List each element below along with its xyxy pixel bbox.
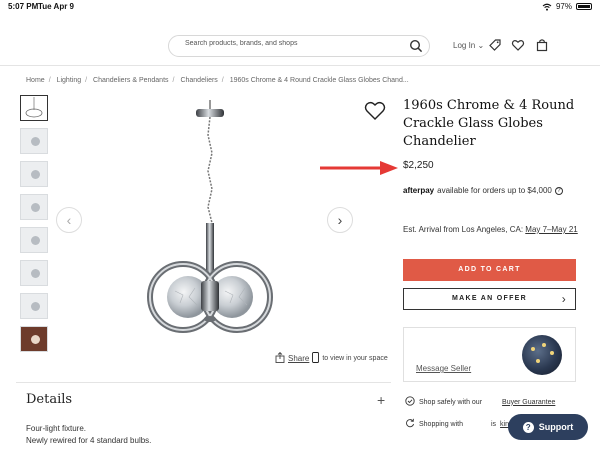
share-row: Share to view in your space bbox=[275, 351, 388, 365]
breadcrumb-current: 1960s Chrome & 4 Round Crackle Glass Glo… bbox=[229, 77, 409, 84]
breadcrumb-separator: / bbox=[48, 77, 51, 84]
refresh-icon bbox=[405, 418, 415, 430]
login-menu[interactable]: Log In ⌄ bbox=[453, 41, 484, 50]
avatar-light bbox=[536, 359, 540, 363]
thumbnail[interactable] bbox=[20, 227, 48, 253]
make-offer-label: MAKE AN OFFER bbox=[452, 295, 527, 302]
status-date: Tue Apr 9 bbox=[38, 2, 75, 11]
details-line: Newly rewired for 4 standard bulbs. bbox=[26, 436, 152, 445]
site-header: Log In ⌄ bbox=[0, 26, 600, 66]
thumbnail-list bbox=[20, 95, 50, 360]
estimated-arrival: Est. Arrival from Los Angeles, CA: May 7… bbox=[403, 223, 578, 236]
thumbnail[interactable] bbox=[20, 95, 48, 121]
add-to-cart-button[interactable]: ADD TO CART bbox=[403, 259, 576, 281]
question-icon: ? bbox=[522, 421, 534, 433]
battery-icon bbox=[576, 3, 592, 10]
share-link[interactable]: Share bbox=[288, 354, 309, 363]
breadcrumb-item[interactable]: Home bbox=[26, 77, 45, 84]
afterpay-logo: afterpay bbox=[403, 186, 435, 195]
arrival-dates-link[interactable]: May 7–May 21 bbox=[525, 225, 577, 234]
login-label[interactable]: Log In bbox=[453, 41, 475, 50]
search-icon[interactable] bbox=[409, 39, 423, 58]
thumbnail[interactable] bbox=[20, 326, 48, 352]
product-image[interactable]: ‹ › bbox=[55, 95, 385, 365]
thumbnail-image bbox=[31, 203, 40, 212]
breadcrumb-item[interactable]: Lighting bbox=[57, 77, 82, 84]
shopping-with-text: Shopping with bbox=[419, 420, 463, 428]
shopping-with-row: Shopping with is kind bbox=[405, 418, 513, 430]
thumbnail-image bbox=[31, 236, 40, 245]
share-icon[interactable] bbox=[275, 351, 285, 365]
avatar-light bbox=[550, 351, 554, 355]
is-text: is bbox=[490, 420, 497, 428]
details-line: Four-light fixture. bbox=[26, 424, 87, 433]
battery-percent: 97% bbox=[555, 2, 572, 11]
support-label: Support bbox=[538, 422, 574, 432]
battery-fill bbox=[578, 5, 590, 8]
shop-safely-text: Shop safely with our bbox=[419, 398, 483, 406]
avatar-light bbox=[542, 343, 546, 347]
product-title: 1960s Chrome & 4 Round Crackle Glass Glo… bbox=[403, 98, 575, 149]
thumbnail[interactable] bbox=[20, 128, 48, 154]
red-arrow-icon bbox=[320, 160, 400, 181]
support-button[interactable]: ? Support bbox=[508, 414, 588, 440]
buyer-guarantee-link[interactable]: Buyer Guarantee bbox=[502, 399, 555, 406]
thumbnail-image bbox=[31, 170, 40, 179]
thumbnail[interactable] bbox=[20, 161, 48, 187]
chevron-down-icon: ⌄ bbox=[477, 41, 485, 50]
section-divider bbox=[16, 382, 391, 383]
bag-icon[interactable] bbox=[535, 38, 549, 57]
breadcrumb-separator: / bbox=[85, 77, 88, 84]
afterpay-text: available for orders up to $4,000 bbox=[437, 186, 552, 195]
thumbnail-image bbox=[31, 335, 40, 344]
breadcrumb-item[interactable]: Chandeliers & Pendants bbox=[93, 77, 169, 84]
product-price: $2,250 bbox=[403, 160, 434, 171]
details-text: Four-light fixture. Newly rewired for 4 … bbox=[26, 423, 151, 447]
thumbnail[interactable] bbox=[20, 293, 48, 319]
thumbnail[interactable] bbox=[20, 260, 48, 286]
expand-plus-icon[interactable]: + bbox=[377, 392, 385, 408]
avatar-light bbox=[531, 347, 535, 351]
breadcrumb-item[interactable]: Chandeliers bbox=[180, 77, 217, 84]
thumbnail[interactable] bbox=[20, 194, 48, 220]
info-icon[interactable]: ? bbox=[554, 186, 563, 195]
wifi-icon bbox=[542, 3, 552, 11]
seller-card: Message Seller bbox=[403, 327, 576, 382]
seller-avatar[interactable] bbox=[522, 335, 562, 375]
message-seller-link[interactable]: Message Seller bbox=[416, 364, 471, 373]
arrival-prefix: Est. Arrival from Los Angeles, CA: bbox=[403, 225, 524, 234]
status-right: 97% bbox=[542, 2, 592, 11]
heart-icon[interactable] bbox=[511, 38, 525, 57]
make-offer-button[interactable]: MAKE AN OFFER › bbox=[403, 288, 576, 310]
view-in-space-link[interactable]: to view in your space bbox=[322, 355, 387, 362]
chevron-right-icon: › bbox=[561, 292, 567, 306]
chevron-right-icon: › bbox=[337, 212, 343, 228]
shop-safely-row: Shop safely with our Buyer Guarantee bbox=[405, 396, 555, 408]
phone-icon[interactable] bbox=[312, 352, 320, 365]
breadcrumb-separator: / bbox=[172, 77, 175, 84]
breadcrumb: Home / Lighting / Chandeliers & Pendants / … bbox=[26, 77, 409, 84]
thumbnail-image bbox=[31, 302, 40, 311]
status-bar: 5:07 PM Tue Apr 9 97% bbox=[0, 0, 600, 14]
next-image-button[interactable]: › bbox=[327, 207, 353, 233]
tag-icon[interactable] bbox=[488, 38, 502, 57]
status-time: 5:07 PM bbox=[8, 2, 39, 11]
chevron-left-icon: ‹ bbox=[66, 212, 72, 228]
shield-check-icon bbox=[405, 396, 415, 408]
thumbnail-image bbox=[31, 269, 40, 278]
afterpay-row: afterpay available for orders up to $4,0… bbox=[403, 186, 563, 195]
search-input[interactable] bbox=[185, 40, 405, 47]
search-bar[interactable] bbox=[168, 35, 430, 57]
details-title[interactable]: Details bbox=[26, 392, 72, 407]
breadcrumb-separator: / bbox=[221, 77, 224, 84]
favorite-heart-icon[interactable] bbox=[363, 100, 387, 127]
thumbnail-image bbox=[31, 137, 40, 146]
prev-image-button[interactable]: ‹ bbox=[56, 207, 82, 233]
